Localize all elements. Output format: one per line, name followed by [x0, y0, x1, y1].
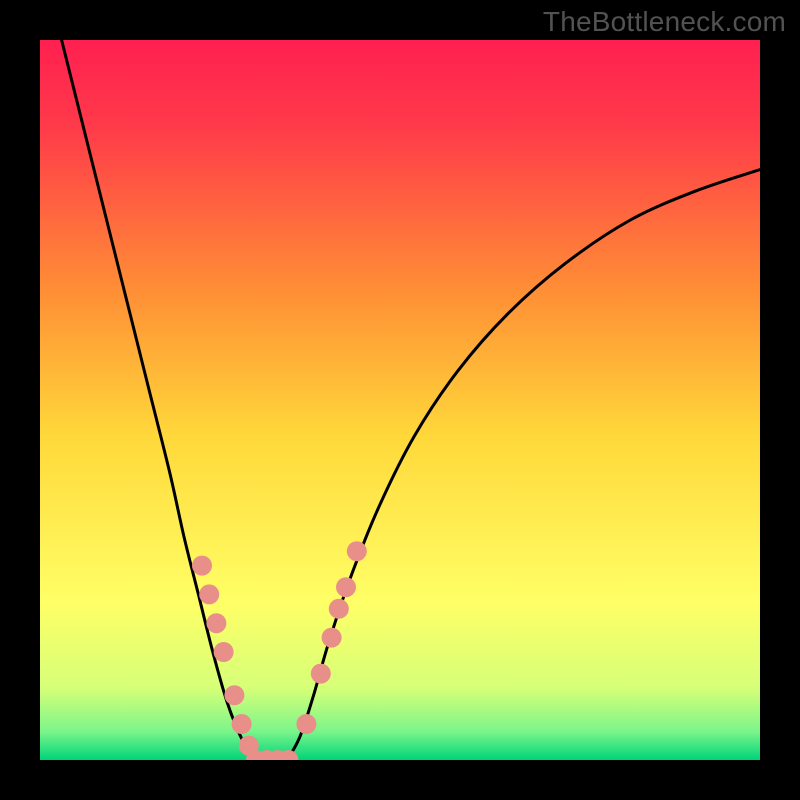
data-marker	[224, 685, 244, 705]
plot-background	[40, 40, 760, 760]
bottleneck-curve-chart	[0, 0, 800, 800]
data-marker	[214, 642, 234, 662]
data-marker	[322, 628, 342, 648]
data-marker	[192, 556, 212, 576]
data-marker	[296, 714, 316, 734]
data-marker	[206, 613, 226, 633]
data-marker	[329, 599, 349, 619]
data-marker	[336, 577, 356, 597]
data-marker	[199, 584, 219, 604]
watermark-label: TheBottleneck.com	[543, 6, 786, 38]
data-marker	[347, 541, 367, 561]
chart-container: TheBottleneck.com	[0, 0, 800, 800]
data-marker	[311, 664, 331, 684]
data-marker	[232, 714, 252, 734]
